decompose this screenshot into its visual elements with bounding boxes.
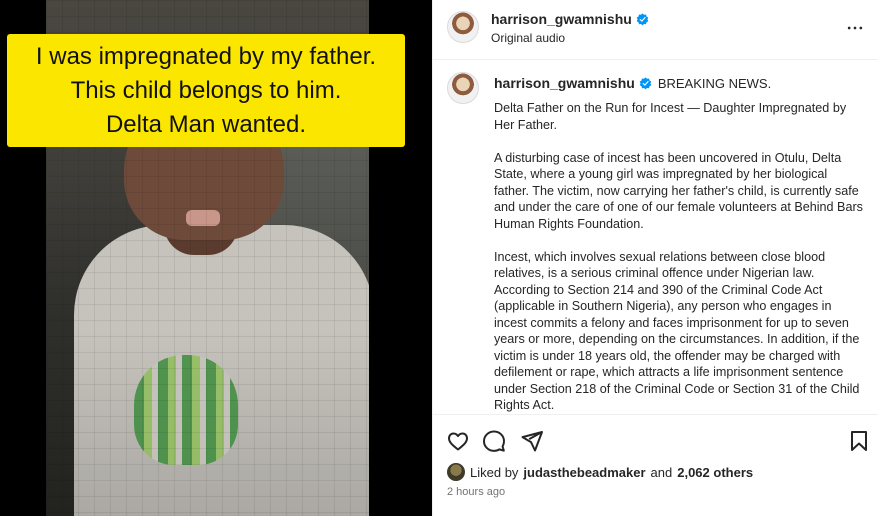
likes-prefix: Liked by xyxy=(470,464,519,480)
post-media[interactable]: I was impregnated by my father. This chi… xyxy=(0,0,432,516)
caption-line: This child belongs to him. xyxy=(70,76,342,104)
verified-badge-icon xyxy=(639,76,652,89)
caption-username-link[interactable]: harrison_gwamnishu xyxy=(494,75,635,91)
heart-icon[interactable] xyxy=(446,429,470,453)
comment-icon[interactable] xyxy=(482,429,506,453)
share-icon[interactable] xyxy=(520,429,544,453)
caption-section: harrison_gwamnishu BREAKING NEWS. Delta … xyxy=(433,61,878,415)
avatar[interactable] xyxy=(447,11,479,43)
caption-line: Delta Man wanted. xyxy=(105,110,307,138)
header-user: harrison_gwamnishu xyxy=(491,11,649,27)
verified-badge-icon xyxy=(636,12,649,25)
media-caption-banner: I was impregnated by my father. This chi… xyxy=(7,34,405,147)
more-horizontal-icon[interactable] xyxy=(845,18,865,38)
username-link[interactable]: harrison_gwamnishu xyxy=(491,11,632,27)
post-side-panel: harrison_gwamnishu Original audio harris… xyxy=(432,0,878,516)
caption-header: harrison_gwamnishu BREAKING NEWS. xyxy=(494,75,771,91)
likes-summary: Liked by judasthebeadmaker and 2,062 oth… xyxy=(447,463,753,481)
caption-body: Delta Father on the Run for Incest — Dau… xyxy=(494,100,864,414)
liker-avatar[interactable] xyxy=(447,463,465,481)
avatar[interactable] xyxy=(447,72,479,104)
bookmark-icon[interactable] xyxy=(847,429,871,453)
post-timestamp[interactable]: 2 hours ago xyxy=(447,486,505,498)
likes-count-link[interactable]: 2,062 others xyxy=(677,465,753,480)
caption-line: I was impregnated by my father. xyxy=(35,42,377,70)
audio-label[interactable]: Original audio xyxy=(491,31,565,45)
post-header: harrison_gwamnishu Original audio xyxy=(433,0,878,60)
liker-username-link[interactable]: judasthebeadmaker xyxy=(523,465,645,480)
caption-lead: BREAKING NEWS. xyxy=(657,75,772,91)
likes-and: and xyxy=(650,464,673,480)
caption-paragraph: Incest, which involves sexual relations … xyxy=(494,249,860,413)
caption-paragraph: A disturbing case of incest has been unc… xyxy=(494,150,863,231)
caption-paragraph: Delta Father on the Run for Incest — Dau… xyxy=(494,101,847,132)
action-bar xyxy=(433,416,878,464)
